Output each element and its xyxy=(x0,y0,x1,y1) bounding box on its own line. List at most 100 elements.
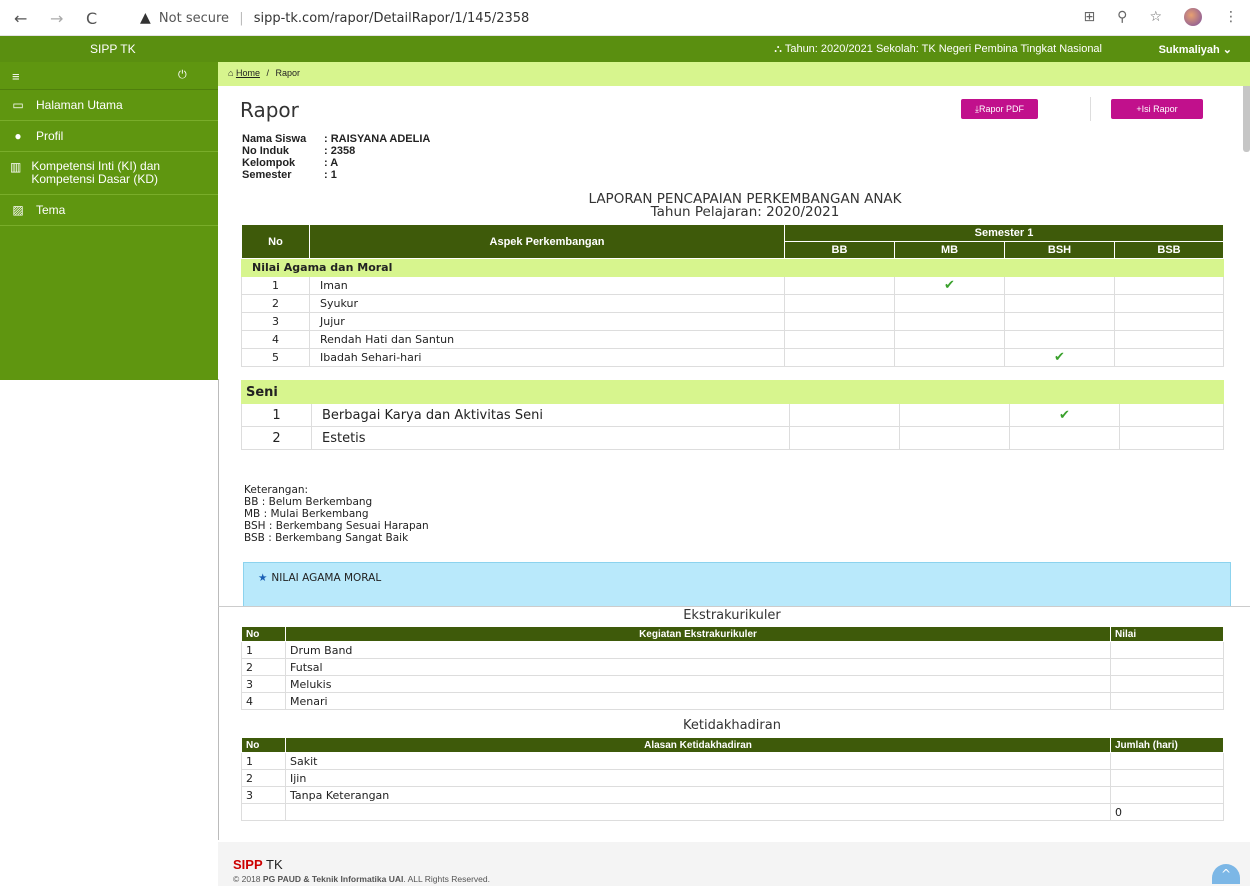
nilai-agama-panel[interactable]: ★ NILAI AGAMA MORAL xyxy=(243,562,1231,606)
cell-no: 2 xyxy=(241,769,286,787)
rapor-pdf-label: Rapor PDF xyxy=(978,104,1024,114)
check-icon: ✔ xyxy=(944,278,955,293)
cell-kegiatan: Drum Band xyxy=(285,641,1111,659)
col-nilai: Nilai xyxy=(1110,626,1224,642)
profile-avatar[interactable] xyxy=(1184,8,1202,26)
cell-mb: ✔ xyxy=(894,276,1005,295)
zoom-icon[interactable]: ⚲ xyxy=(1117,9,1127,25)
footer-brand-red: SIPP xyxy=(233,857,263,872)
seni-table: Seni 1 Berbagai Karya dan Aktivitas Seni ✔ 2… xyxy=(240,380,1225,450)
col-bsb: BSB xyxy=(1113,241,1225,259)
table-row: 2 Futsal xyxy=(241,658,1224,676)
brand-logo[interactable]: SIPP TK xyxy=(90,42,136,56)
col-jumlah: Jumlah (hari) xyxy=(1110,737,1224,753)
security-label: Not secure xyxy=(158,11,230,26)
hamburger-icon[interactable]: ≡ xyxy=(12,69,20,84)
menu-kebab-icon[interactable]: ⋮ xyxy=(1224,9,1238,25)
sidebar-item-profil[interactable]: ● Profil xyxy=(0,121,218,152)
cell-bb xyxy=(789,403,900,427)
sitemap-icon: ⛬ xyxy=(774,43,785,55)
col-bb: BB xyxy=(784,241,895,259)
back-button[interactable]: ← xyxy=(14,9,27,28)
home-icon: ⌂ xyxy=(228,68,234,78)
footer-brand-rest: TK xyxy=(262,857,283,872)
cell-bsh: ✔ xyxy=(1004,348,1115,367)
keterangan-line: MB : Mulai Berkembang xyxy=(244,508,369,520)
copy-suffix: . ALL Rights Reserved. xyxy=(403,874,490,884)
sidebar-item-halaman-utama[interactable]: ▭ Halaman Utama xyxy=(0,90,218,121)
sidebar-item-label: Tema xyxy=(36,203,66,217)
sidebar-item-tema[interactable]: ▨ Tema xyxy=(0,195,218,226)
table-row: 2 Ijin xyxy=(241,769,1224,787)
cell-bb xyxy=(784,276,895,295)
cell-aspek: Rendah Hati dan Santun xyxy=(309,330,785,349)
keterangan-line: BB : Belum Berkembang xyxy=(244,496,373,508)
warning-icon: ▲ xyxy=(140,10,151,26)
scroll-top-button[interactable]: ^ xyxy=(1212,864,1240,884)
cell-bsh xyxy=(1004,330,1115,349)
cell-mb xyxy=(899,426,1010,450)
bookmark-star-icon[interactable]: ☆ xyxy=(1149,9,1162,25)
cell-no: 2 xyxy=(241,426,312,450)
col-kegiatan: Kegiatan Ekstrakurikuler xyxy=(285,626,1111,642)
cell-bsb xyxy=(1113,330,1225,349)
panel-label: NILAI AGAMA MORAL xyxy=(271,572,382,584)
student-info: Nama Siswa: RAISYANA ADELIA No Induk: 23… xyxy=(242,133,430,181)
user-menu[interactable]: Sukmaliyah ⌄ xyxy=(1159,43,1232,56)
translate-icon[interactable]: ⊞ xyxy=(1083,9,1095,25)
isi-rapor-button[interactable]: +Isi Rapor xyxy=(1111,99,1203,119)
cell-nilai xyxy=(1110,641,1224,659)
power-icon[interactable]: ⏻ xyxy=(178,69,187,82)
section-row: Nilai Agama dan Moral xyxy=(240,258,1225,277)
table-row: 4 Rendah Hati dan Santun xyxy=(241,330,1225,349)
cell-kegiatan: Menari xyxy=(285,692,1111,710)
table-row: 3 Melukis xyxy=(241,675,1224,693)
breadcrumb: ⌂ Home / Rapor xyxy=(218,62,1250,86)
cell-bb xyxy=(784,330,895,349)
col-no: No xyxy=(241,626,286,642)
cell-bsh xyxy=(1004,294,1115,313)
cell-no: 1 xyxy=(241,403,312,427)
cell-bsb xyxy=(1118,426,1225,450)
cell-no: 1 xyxy=(241,276,310,295)
col-bsh: BSH xyxy=(1004,241,1115,259)
sidebar-item-kompetensi[interactable]: ▥ Kompetensi Inti (KI) dan Kompetensi Da… xyxy=(0,152,218,195)
rapor-pdf-button[interactable]: ⤓Rapor PDF xyxy=(961,99,1038,119)
cell-bb xyxy=(784,294,895,313)
forward-button[interactable]: → xyxy=(50,9,63,28)
keterangan-line: BSH : Berkembang Sesuai Harapan xyxy=(244,520,429,532)
cell-nilai xyxy=(1110,658,1224,676)
absen-table: No Alasan Ketidakhadiran Jumlah (hari) 1… xyxy=(241,737,1224,821)
cell-mb xyxy=(894,294,1005,313)
url-text: sipp-tk.com/rapor/DetailRapor/1/145/2358 xyxy=(253,11,530,26)
table-row: 1 Iman ✔ xyxy=(241,276,1225,295)
sidebar-item-label: Kompetensi Inti (KI) dan Kompetensi Dasa… xyxy=(31,159,161,186)
student-name: : RAISYANA ADELIA xyxy=(324,133,431,145)
cell-no: 1 xyxy=(241,752,286,770)
cell-mb xyxy=(894,312,1005,331)
table-row: 3 Jujur xyxy=(241,312,1225,331)
cell-no: 3 xyxy=(241,312,310,331)
cell-bsb xyxy=(1113,312,1225,331)
user-icon: ● xyxy=(14,129,22,143)
reload-button[interactable]: C xyxy=(86,9,97,28)
ekstra-caption: Ekstrakurikuler xyxy=(683,608,781,623)
cell-no: 2 xyxy=(241,658,286,676)
page-title: Rapor xyxy=(240,98,299,122)
cell-no: 1 xyxy=(241,641,286,659)
cell-bsh xyxy=(1009,426,1120,450)
student-kelompok: : A xyxy=(324,157,339,169)
col-aspek: Aspek Perkembangan xyxy=(309,224,785,259)
report-table: No Aspek Perkembangan Semester 1 BB MB B… xyxy=(240,224,1225,367)
browser-toolbar: ← → C ▲ Not secure | sipp-tk.com/rapor/D… xyxy=(0,0,1250,36)
cell-nilai xyxy=(1110,675,1224,693)
seni-table-body: Seni 1 Berbagai Karya dan Aktivitas Seni ✔ 2… xyxy=(240,380,1225,450)
cell-bsh: ✔ xyxy=(1009,403,1120,427)
app-header: SIPP TK ⛬ Tahun: 2020/2021 Sekolah: TK N… xyxy=(0,36,1250,62)
ekstra-table-body: 1 Drum Band 2 Futsal 3 Melukis 4 Menari xyxy=(241,641,1224,710)
cell-total: 0 xyxy=(1110,803,1224,821)
breadcrumb-home-link[interactable]: Home xyxy=(236,68,260,78)
cell-kegiatan: Melukis xyxy=(285,675,1111,693)
label-induk: No Induk xyxy=(242,145,290,157)
ekstra-table: No Kegiatan Ekstrakurikuler Nilai 1 Drum … xyxy=(241,626,1224,710)
